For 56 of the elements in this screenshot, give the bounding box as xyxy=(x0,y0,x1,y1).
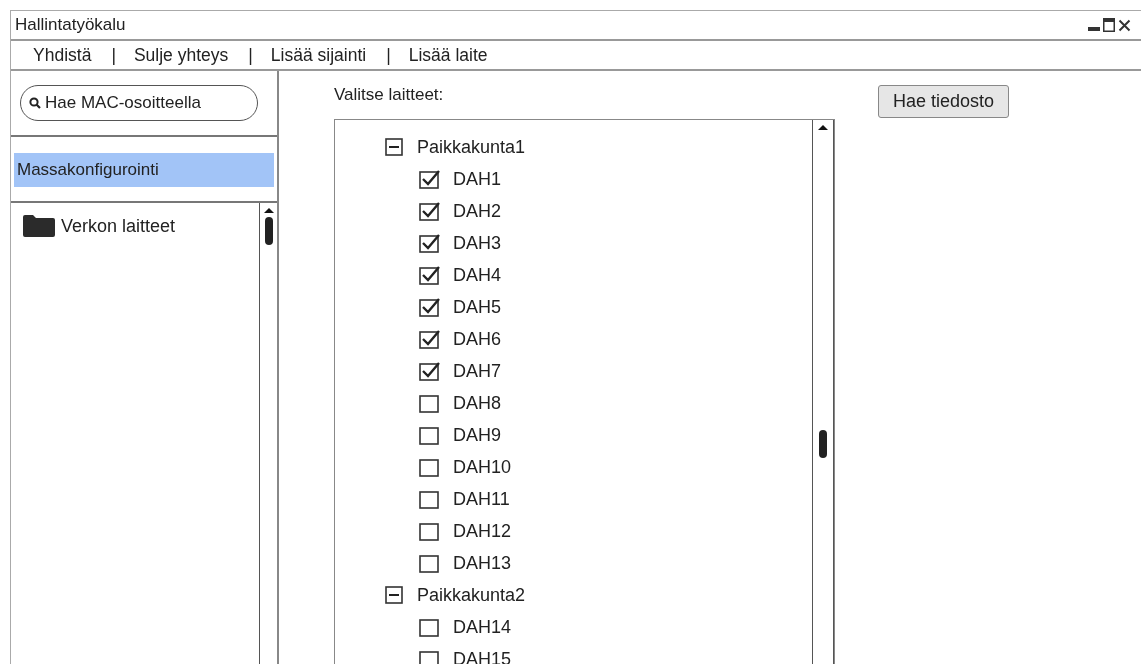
device-label: DAH15 xyxy=(453,648,512,664)
checkbox[interactable] xyxy=(419,457,441,477)
checkbox[interactable] xyxy=(419,393,441,413)
checkbox[interactable] xyxy=(419,425,441,445)
checkbox[interactable] xyxy=(419,297,441,317)
tree-group[interactable]: Paikkakunta1 xyxy=(417,136,526,158)
checkbox[interactable] xyxy=(419,649,441,664)
checkbox[interactable] xyxy=(419,265,441,285)
checkbox[interactable] xyxy=(419,201,441,221)
checkbox[interactable] xyxy=(419,553,441,573)
menu-separator: | xyxy=(385,44,392,66)
maximize-icon[interactable] xyxy=(1103,18,1115,32)
menu-item[interactable]: Yhdistä xyxy=(33,44,92,66)
collapse-icon[interactable] xyxy=(385,586,403,604)
device-label: DAH2 xyxy=(453,200,501,222)
menu-item[interactable]: Sulje yhteys xyxy=(133,44,229,66)
menu-item[interactable]: Lisää laite xyxy=(408,44,488,66)
scrollbar[interactable] xyxy=(812,120,834,664)
checkbox[interactable] xyxy=(419,329,441,349)
device-label: DAH6 xyxy=(453,328,501,350)
close-icon[interactable] xyxy=(1118,18,1131,32)
scroll-up-icon[interactable] xyxy=(263,207,274,213)
checkbox[interactable] xyxy=(419,361,441,381)
select-devices-label: Valitse laitteet: xyxy=(334,85,445,106)
checkbox[interactable] xyxy=(419,617,441,637)
device-label: DAH3 xyxy=(453,232,501,254)
menu-separator: | xyxy=(247,44,254,66)
checkbox[interactable] xyxy=(419,489,441,509)
search-field[interactable]: Hae MAC-osoitteella xyxy=(20,85,258,121)
scrollbar-thumb[interactable] xyxy=(264,217,273,245)
checkbox[interactable] xyxy=(419,169,441,189)
device-label: DAH9 xyxy=(453,424,501,446)
scrollbar[interactable] xyxy=(259,203,277,664)
device-label: DAH4 xyxy=(453,264,501,286)
menu-separator: | xyxy=(110,44,117,66)
device-label: DAH10 xyxy=(453,456,512,478)
device-label: DAH11 xyxy=(453,488,510,510)
device-label: DAH8 xyxy=(453,392,501,414)
scroll-up-icon[interactable] xyxy=(818,124,828,130)
checkbox[interactable] xyxy=(419,233,441,253)
device-label: DAH14 xyxy=(453,616,512,638)
menu-item[interactable]: Lisää sijainti xyxy=(270,44,367,66)
checkbox[interactable] xyxy=(419,521,441,541)
tree-item[interactable]: Verkon laitteet xyxy=(61,215,176,237)
device-label: DAH7 xyxy=(453,360,501,382)
device-label: DAH12 xyxy=(453,520,512,542)
device-label: DAH5 xyxy=(453,296,501,318)
fetch-file-button[interactable]: Hae tiedosto xyxy=(878,85,1010,118)
scrollbar-thumb[interactable] xyxy=(819,430,827,458)
window-title: Hallintatyökalu xyxy=(15,15,126,35)
device-label: DAH13 xyxy=(453,552,512,574)
sidebar-item[interactable]: Massakonfigurointi xyxy=(14,153,274,187)
device-label: DAH1 xyxy=(453,168,501,190)
collapse-icon[interactable] xyxy=(385,138,403,156)
folder-icon xyxy=(23,215,55,237)
tree-group[interactable]: Paikkakunta2 xyxy=(417,584,526,606)
